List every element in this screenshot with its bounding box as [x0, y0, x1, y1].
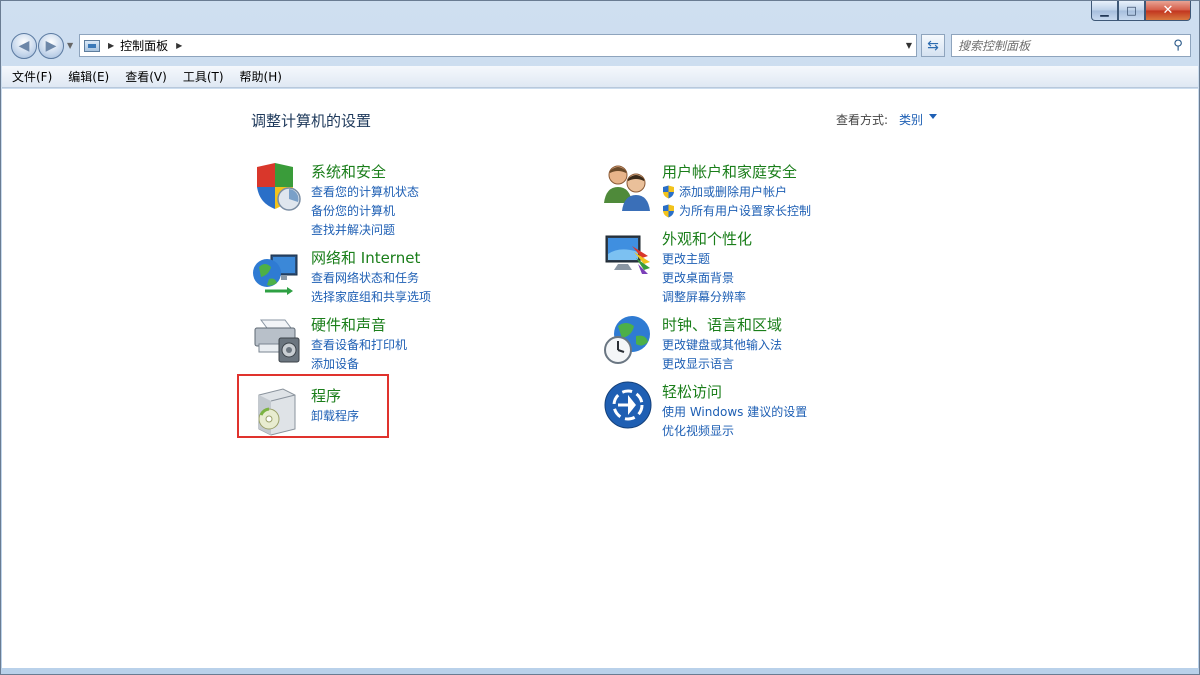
link-change-keyboard[interactable]: 更改键盘或其他输入法 — [662, 335, 782, 354]
caption-buttons: ▁ □ ✕ — [1091, 1, 1191, 21]
globe-clock-icon[interactable] — [602, 314, 654, 366]
link-change-display-language[interactable]: 更改显示语言 — [662, 354, 782, 373]
link-change-theme[interactable]: 更改主题 — [662, 249, 746, 268]
refresh-icon: ⇆ — [927, 37, 939, 54]
menu-bar: 文件(F) 编辑(E) 查看(V) 工具(T) 帮助(H) — [2, 66, 1198, 88]
category-title-appearance[interactable]: 外观和个性化 — [662, 228, 752, 249]
link-add-device[interactable]: 添加设备 — [311, 354, 407, 373]
menu-view[interactable]: 查看(V) — [125, 68, 167, 85]
control-panel-icon — [84, 39, 100, 52]
uac-shield-icon — [663, 185, 674, 198]
close-button[interactable]: ✕ — [1145, 1, 1191, 21]
address-bar[interactable]: ▶ 控制面板 ▶ ▼ — [79, 34, 917, 57]
refresh-button[interactable]: ⇆ — [921, 34, 945, 57]
link-homegroup-sharing[interactable]: 选择家庭组和共享选项 — [311, 287, 431, 306]
category-title-clock-language-region[interactable]: 时钟、语言和区域 — [662, 314, 782, 335]
link-backup-computer[interactable]: 备份您的计算机 — [311, 201, 419, 220]
network-globe-icon[interactable] — [251, 247, 303, 299]
forward-arrow-icon: ▶ — [45, 38, 57, 54]
view-by-category-link[interactable]: 类别 — [899, 111, 923, 128]
link-text[interactable]: 添加或删除用户帐户 — [679, 183, 787, 200]
back-arrow-icon: ◀ — [18, 38, 30, 54]
link-devices-printers[interactable]: 查看设备和打印机 — [311, 335, 407, 354]
menu-edit[interactable]: 编辑(E) — [68, 68, 109, 85]
breadcrumb-arrow-icon[interactable]: ▶ — [108, 41, 114, 50]
minimize-button[interactable]: ▁ — [1091, 1, 1118, 21]
link-troubleshoot[interactable]: 查找并解决问题 — [311, 220, 419, 239]
search-box[interactable]: ⚲ — [951, 34, 1191, 57]
menu-tools[interactable]: 工具(T) — [183, 68, 224, 85]
search-input[interactable] — [952, 35, 1169, 56]
category-title-network-internet[interactable]: 网络和 Internet — [311, 247, 420, 268]
category-title-hardware-sound[interactable]: 硬件和声音 — [311, 314, 386, 335]
category-title-ease-of-access[interactable]: 轻松访问 — [662, 381, 722, 402]
users-icon[interactable] — [602, 161, 654, 213]
view-dropdown-icon[interactable] — [929, 114, 937, 119]
link-parental-controls[interactable]: 为所有用户设置家长控制 — [662, 201, 811, 220]
back-button[interactable]: ◀ — [11, 33, 37, 59]
programs-highlight-box — [237, 374, 389, 438]
recent-pages-dropdown[interactable]: ▼ — [67, 41, 73, 50]
view-by-label: 查看方式: — [836, 113, 889, 127]
link-view-network-status[interactable]: 查看网络状态和任务 — [311, 268, 431, 287]
navigation-bar: ◀ ▶ ▼ ▶ 控制面板 ▶ ▼ ⇆ ⚲ — [9, 31, 1193, 61]
address-dropdown-icon[interactable]: ▼ — [906, 41, 912, 50]
breadcrumb-control-panel[interactable]: 控制面板 — [120, 37, 168, 54]
control-panel-window: ▁ □ ✕ ◀ ▶ ▼ ▶ 控制面板 ▶ ▼ ⇆ ⚲ 文件(F) 编辑(E) 查… — [0, 0, 1200, 675]
link-text[interactable]: 为所有用户设置家长控制 — [679, 202, 811, 219]
uac-shield-icon — [663, 204, 674, 217]
ease-of-access-icon[interactable] — [602, 381, 654, 433]
page-title: 调整计算机的设置 — [251, 112, 372, 130]
search-icon[interactable]: ⚲ — [1169, 38, 1187, 53]
appearance-monitor-icon[interactable] — [602, 228, 654, 280]
breadcrumb-arrow-icon[interactable]: ▶ — [176, 41, 182, 50]
menu-help[interactable]: 帮助(H) — [240, 68, 282, 85]
forward-button[interactable]: ▶ — [38, 33, 64, 59]
menu-file[interactable]: 文件(F) — [12, 68, 52, 85]
content-area: 调整计算机的设置 查看方式: 类别 系统和安全 查看您的计算机状态 备份您的计算… — [2, 89, 1198, 668]
category-title-user-accounts[interactable]: 用户帐户和家庭安全 — [662, 161, 797, 182]
maximize-button[interactable]: □ — [1118, 1, 1145, 21]
link-adjust-resolution[interactable]: 调整屏幕分辨率 — [662, 287, 746, 306]
shield-icon[interactable] — [251, 161, 303, 213]
category-title-system-security[interactable]: 系统和安全 — [311, 161, 386, 182]
link-windows-recommended-settings[interactable]: 使用 Windows 建议的设置 — [662, 402, 807, 421]
link-change-background[interactable]: 更改桌面背景 — [662, 268, 746, 287]
link-add-remove-accounts[interactable]: 添加或删除用户帐户 — [662, 182, 811, 201]
link-optimize-visual-display[interactable]: 优化视频显示 — [662, 421, 807, 440]
link-view-computer-status[interactable]: 查看您的计算机状态 — [311, 182, 419, 201]
printer-icon[interactable] — [251, 314, 303, 366]
